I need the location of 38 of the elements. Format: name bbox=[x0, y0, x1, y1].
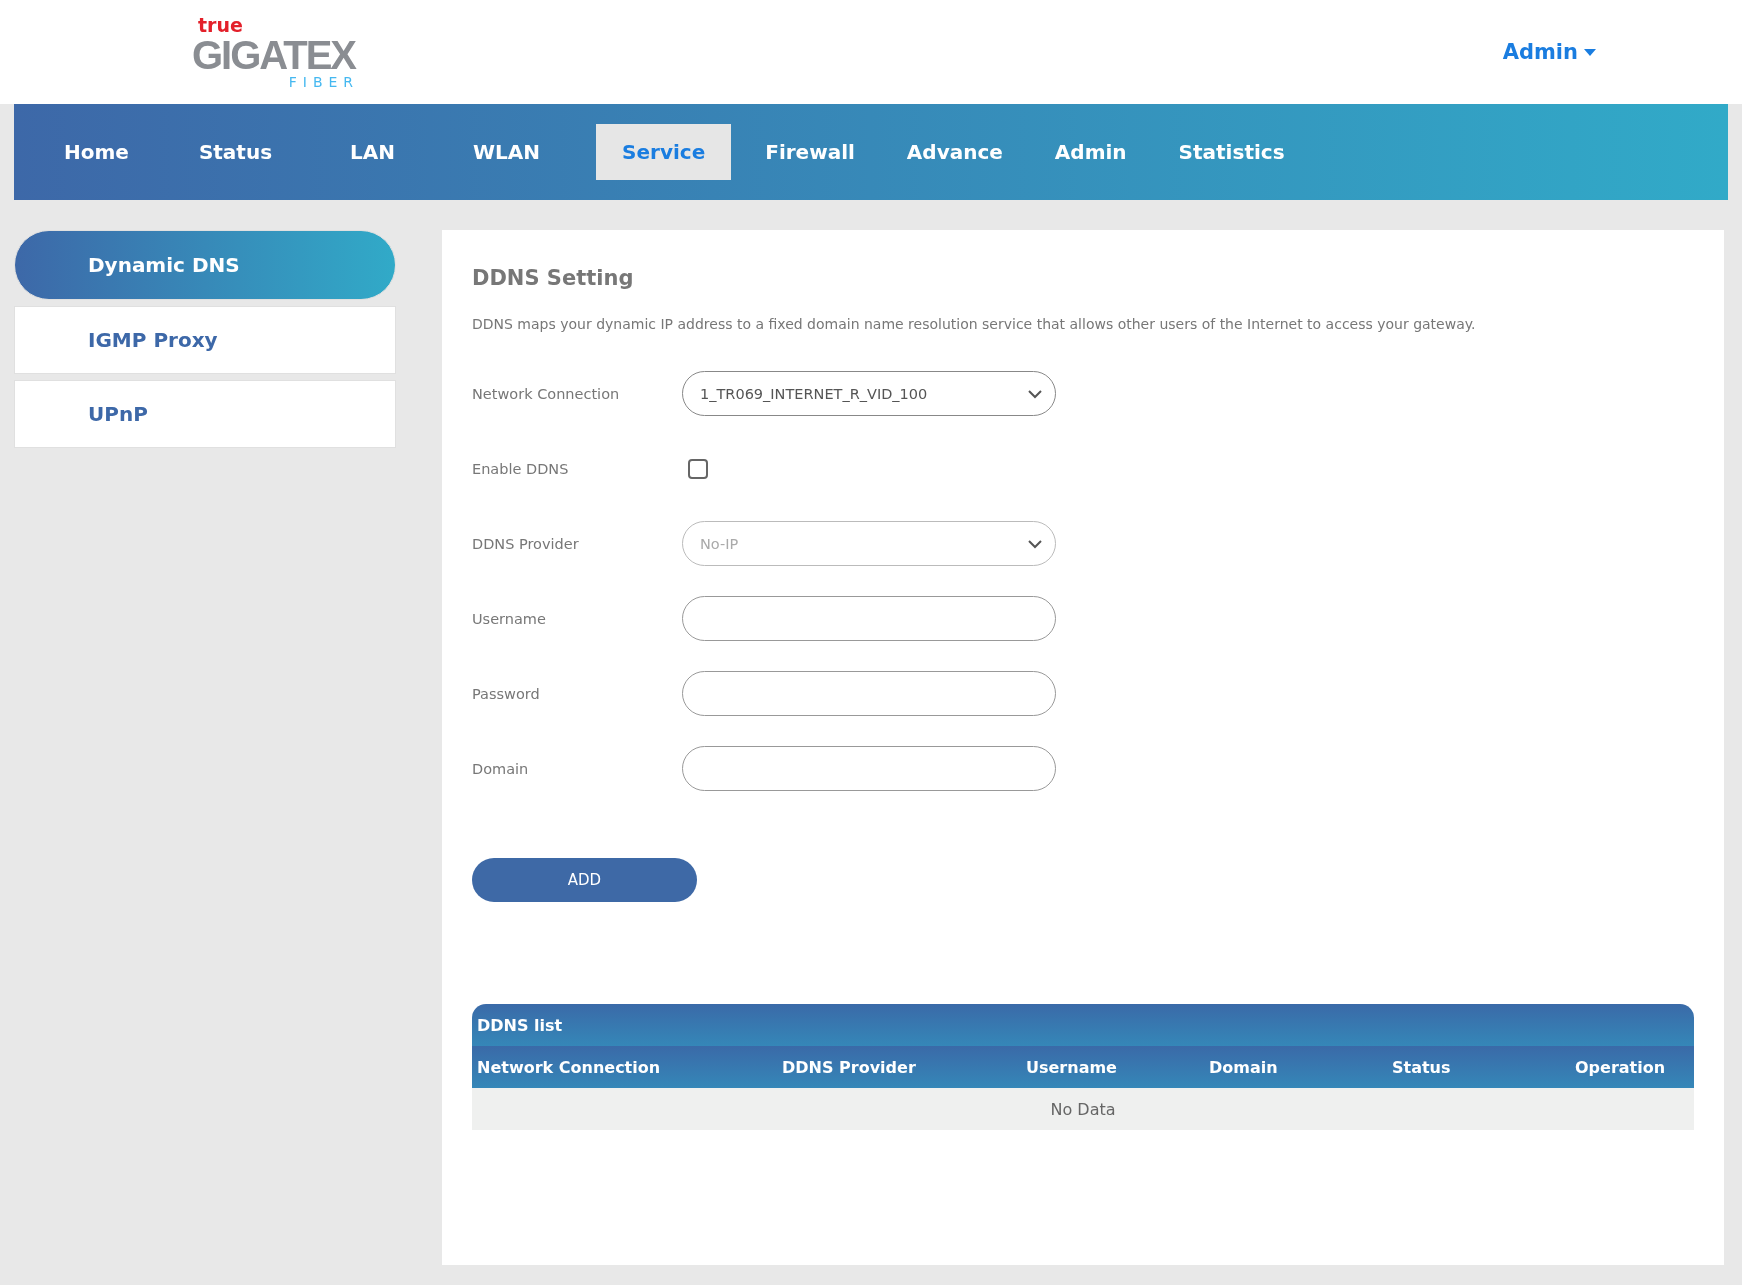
field-label: Password bbox=[472, 685, 541, 702]
input-field[interactable] bbox=[682, 596, 1056, 641]
nav-tab[interactable]: Home bbox=[38, 124, 155, 180]
field-label: DDNS Provider bbox=[472, 535, 580, 552]
field-label: Username bbox=[472, 610, 547, 627]
nav-tab[interactable]: Statistics bbox=[1152, 124, 1311, 180]
sidebar-item[interactable]: IGMP Proxy bbox=[14, 306, 396, 374]
nav-tab[interactable]: Admin bbox=[1028, 124, 1153, 180]
chevron-down-icon bbox=[1027, 388, 1043, 399]
logo: true GIGATEX FIBER bbox=[192, 15, 356, 89]
caret-icon bbox=[1584, 48, 1596, 56]
description: DDNS maps your dynamic IP address to a fixed domain name resolution service that allows other users of the Internet to access your gateway. bbox=[472, 316, 1477, 332]
empty-message: No Data bbox=[472, 1088, 1694, 1130]
checkbox[interactable] bbox=[688, 458, 708, 479]
input-field[interactable] bbox=[682, 746, 1056, 791]
nav-tab[interactable]: LAN bbox=[324, 124, 422, 180]
sidebar-item[interactable]: UPnP bbox=[14, 380, 396, 448]
nav-tab[interactable]: Status bbox=[172, 124, 299, 180]
field-label: Domain bbox=[472, 760, 530, 777]
nav-tab[interactable]: Firewall bbox=[739, 124, 881, 180]
column-header: Network Connection bbox=[476, 1057, 662, 1077]
column-header: Username bbox=[1025, 1057, 1118, 1077]
input-field[interactable] bbox=[682, 671, 1056, 716]
column-header: DDNS Provider bbox=[781, 1057, 917, 1077]
nav-tab[interactable]: Service bbox=[596, 124, 732, 180]
table-title: DDNS list bbox=[472, 1004, 1694, 1046]
column-header: Domain bbox=[1208, 1057, 1279, 1077]
nav-tab[interactable]: Advance bbox=[880, 124, 1029, 180]
add-button[interactable]: ADD bbox=[472, 858, 697, 902]
field-label: Enable DDNS bbox=[472, 460, 570, 477]
chevron-down-icon bbox=[1027, 538, 1043, 549]
column-header: Operation bbox=[1574, 1057, 1667, 1077]
column-header: Status bbox=[1391, 1057, 1452, 1077]
sidebar-item[interactable]: Dynamic DNS bbox=[14, 230, 396, 300]
section-title: DDNS Setting bbox=[472, 266, 635, 290]
nav-tab[interactable]: WLAN bbox=[447, 124, 567, 180]
field-label: Network Connection bbox=[472, 385, 621, 402]
user-menu[interactable]: Admin bbox=[1496, 39, 1602, 65]
